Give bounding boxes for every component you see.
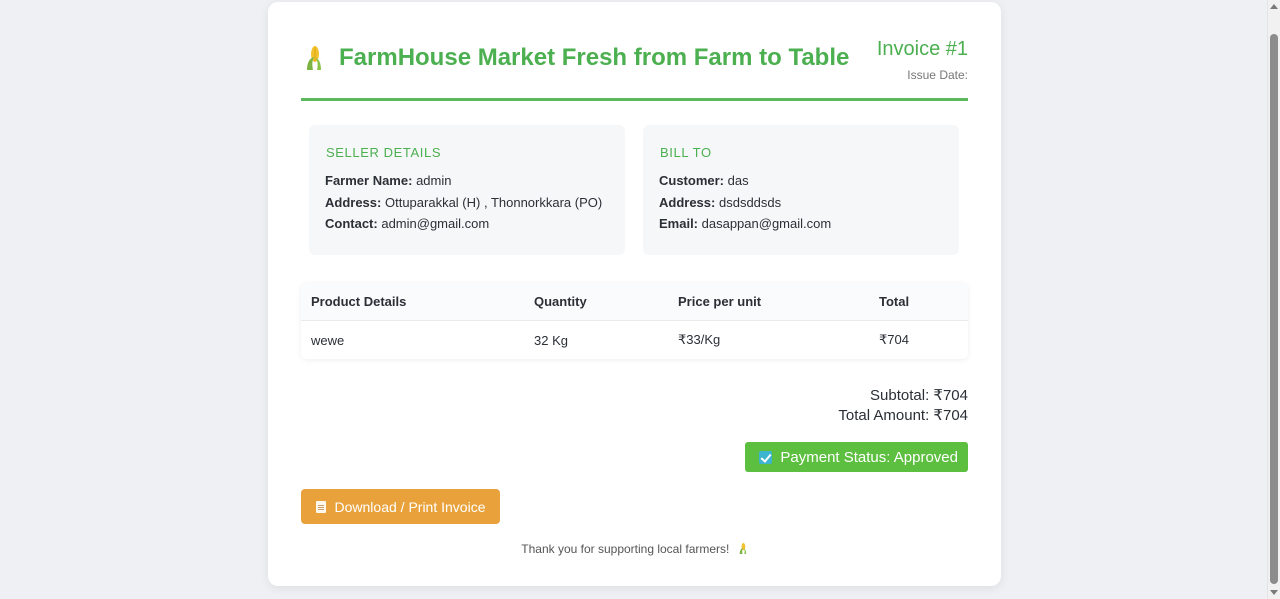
issue-date: Issue Date:: [907, 68, 968, 82]
table-header-row: Product Details Quantity Price per unit …: [301, 283, 968, 321]
scroll-up-arrow-icon[interactable]: [1270, 4, 1278, 9]
invoice-header: FarmHouse Market Fresh from Farm to Tabl…: [301, 34, 968, 101]
seller-address-label: Address:: [325, 194, 382, 210]
check-icon: [759, 450, 773, 464]
page: FarmHouse Market Fresh from Farm to Tabl…: [0, 0, 1268, 599]
total-amount: Total Amount: ₹704: [838, 407, 968, 424]
customer-address-value: dsdsddsds: [718, 194, 782, 210]
table-row: wewe 32 Kg ₹33/Kg ₹704: [301, 321, 968, 360]
invoice-number: Invoice #1: [876, 38, 968, 60]
download-print-button[interactable]: Download / Print Invoice: [301, 489, 500, 524]
brand: FarmHouse Market Fresh from Farm to Tabl…: [301, 44, 849, 72]
seller-details-title: SELLER DETAILS: [326, 145, 442, 160]
customer-line: Customer: das: [659, 170, 943, 192]
seller-address-line: Address: Ottuparakkal (H) , Thonnorkkara…: [325, 192, 609, 214]
cell-price: ₹33/Kg: [678, 332, 721, 347]
header-price: Price per unit: [668, 283, 869, 321]
footer-note: Thank you for supporting local farmers!: [268, 542, 1001, 558]
customer-label: Customer:: [659, 173, 725, 188]
header-product: Product Details: [301, 283, 524, 321]
farmer-name-value: admin: [416, 173, 452, 188]
bill-to-details: BILL TO Customer: das Address: dsdsddsds…: [643, 125, 959, 255]
payment-status-badge: Payment Status: Approved: [745, 442, 968, 472]
brand-name: FarmHouse Market Fresh from Farm to Tabl…: [339, 44, 850, 71]
invoice-meta: Invoice #1 Issue Date:: [877, 36, 968, 82]
customer-email-value: dasappan@gmail.com: [701, 216, 832, 231]
scroll-down-arrow-icon[interactable]: [1270, 590, 1278, 595]
customer-address-line: Address: dsdsddsds: [659, 192, 943, 214]
document-icon: [315, 500, 326, 513]
products-table: Product Details Quantity Price per unit …: [301, 283, 968, 359]
customer-address-label: Address:: [659, 194, 716, 210]
seller-address-value: Ottuparakkal (H) , Thonnorkkara (PO): [384, 194, 603, 210]
footer-message: Thank you for supporting local farmers!: [521, 542, 730, 556]
corn-icon: [737, 542, 748, 558]
payment-status-label: Payment Status: Approved: [780, 448, 958, 466]
seller-contact-line: Contact: admin@gmail.com: [325, 213, 609, 235]
totals: Subtotal: ₹704 Total Amount: ₹704: [838, 386, 968, 426]
corn-icon: [301, 44, 325, 72]
customer-value: das: [727, 173, 749, 188]
scrollbar-thumb[interactable]: [1270, 34, 1278, 584]
cell-product: wewe: [311, 332, 345, 348]
header-quantity: Quantity: [524, 283, 668, 321]
header-total: Total: [869, 283, 968, 321]
subtotal: Subtotal: ₹704: [870, 387, 968, 404]
vertical-scrollbar[interactable]: [1267, 0, 1280, 599]
invoice-card: FarmHouse Market Fresh from Farm to Tabl…: [268, 2, 1001, 586]
cell-quantity: 32 Kg: [534, 332, 568, 348]
farmer-name-label: Farmer Name:: [325, 173, 413, 188]
customer-email-label: Email:: [659, 216, 699, 231]
cell-total: ₹704: [879, 332, 909, 347]
customer-email-line: Email: dasappan@gmail.com: [659, 213, 943, 235]
seller-contact-label: Contact:: [325, 216, 378, 231]
bill-to-title: BILL TO: [660, 145, 712, 160]
download-print-label: Download / Print Invoice: [334, 498, 486, 515]
farmer-name-line: Farmer Name: admin: [325, 170, 609, 192]
seller-details: SELLER DETAILS Farmer Name: admin Addres…: [309, 125, 625, 255]
seller-contact-value: admin@gmail.com: [381, 216, 490, 231]
